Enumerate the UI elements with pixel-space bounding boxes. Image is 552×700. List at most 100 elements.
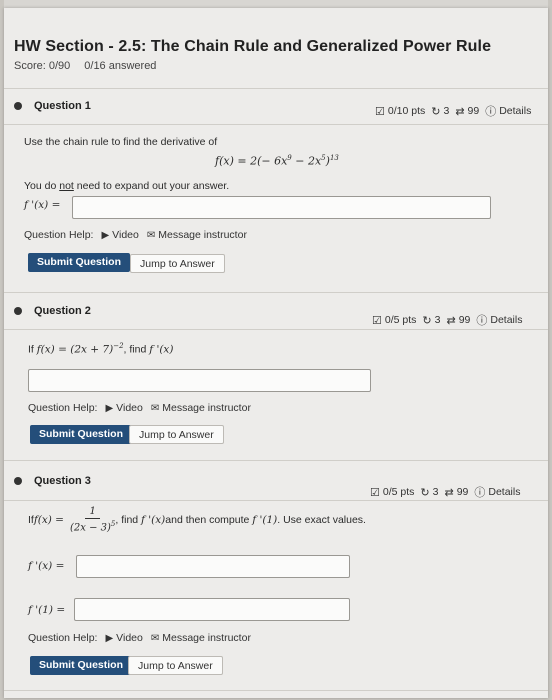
details-link[interactable]: Details [490, 314, 522, 326]
question-2-end-divider [4, 460, 548, 461]
video-link[interactable]: ▶ Video [105, 402, 142, 414]
note-text: You do [24, 180, 60, 192]
details-link[interactable]: Details [488, 486, 520, 498]
submit-question-button[interactable]: Submit Question [30, 425, 132, 444]
tries-text: 99 [458, 314, 471, 326]
video-label: Video [112, 229, 139, 241]
message-instructor-link[interactable]: ✉ Message instructor [147, 229, 247, 241]
prompt-text: , find [115, 513, 139, 526]
question-3-help: Question Help: ▶ Video ✉ Message instructo… [28, 632, 259, 644]
mail-icon: ✉ [150, 632, 160, 644]
question-3-prompt: If f(x) = 1 (2x − 3)5 , find f '(x) and … [28, 506, 366, 533]
question-3-header: Question 3 [14, 475, 91, 487]
question-1-answer-input[interactable] [72, 196, 491, 219]
prompt-text: . Use exact values. [277, 513, 366, 526]
question-1-label: Question 1 [34, 100, 91, 112]
prompt-fraction: 1 (2x − 3)5 [70, 506, 115, 533]
question-3-meta: ☑ 0/5 pts ↻ 3 ⇄ 99 ⓘ Details [370, 484, 520, 500]
info-icon[interactable]: ⓘ [485, 103, 496, 119]
page-title: HW Section - 2.5: The Chain Rule and Gen… [14, 38, 492, 55]
submit-question-button[interactable]: Submit Question [28, 253, 130, 272]
note-emphasis: not [59, 180, 74, 192]
prompt-text: If [28, 343, 37, 356]
cycle-icon: ⇄ [455, 105, 465, 118]
submit-question-button[interactable]: Submit Question [30, 656, 132, 675]
prompt-text: and then compute [165, 513, 250, 526]
score-check-icon: ☑ [372, 314, 382, 327]
question-2-divider [4, 329, 548, 330]
question-bullet-icon [14, 102, 22, 110]
retry-icon: ↻ [420, 486, 430, 499]
prompt-exponent: −2 [113, 342, 124, 350]
mail-icon: ✉ [150, 402, 160, 414]
header-divider [4, 88, 548, 89]
video-link[interactable]: ▶ Video [101, 229, 138, 241]
question-3-label: Question 3 [34, 475, 91, 487]
question-1-note: You do not need to expand out your answe… [24, 180, 229, 192]
question-2-prompt: If f(x) = (2x + 7)−2, find f '(x) [28, 342, 173, 356]
formula-part: f(x) = 2(− 6x [215, 154, 288, 168]
attempts-text: 3 [434, 314, 441, 326]
video-icon: ▶ [101, 229, 110, 241]
video-label: Video [116, 402, 143, 414]
question-bullet-icon [14, 477, 22, 485]
video-link[interactable]: ▶ Video [105, 632, 142, 644]
points-text: 0/5 pts [382, 486, 415, 498]
prompt-math: f(x) = [33, 513, 64, 526]
message-label: Message instructor [162, 402, 251, 414]
prompt-math: f(x) = (2x + 7) [36, 343, 114, 356]
message-label: Message instructor [162, 632, 251, 644]
question-1-header: Question 1 [14, 100, 91, 112]
question-3-value-input[interactable] [74, 598, 350, 621]
denominator-text: (2x − 3) [69, 522, 111, 534]
question-2-header: Question 2 [14, 305, 91, 317]
message-instructor-link[interactable]: ✉ Message instructor [151, 402, 251, 414]
mail-icon: ✉ [146, 229, 156, 241]
points-text: 0/10 pts [387, 105, 426, 117]
attempts-text: 3 [432, 486, 439, 498]
question-3-divider [4, 500, 548, 501]
cycle-icon: ⇄ [446, 314, 456, 327]
question-3-answer-label-2: f '(1) = [28, 604, 66, 616]
note-text: need to expand out your answer. [73, 180, 230, 192]
jump-to-answer-button[interactable]: Jump to Answer [129, 425, 224, 444]
video-label: Video [116, 632, 143, 644]
video-icon: ▶ [105, 632, 114, 644]
question-1-meta: ☑ 0/10 pts ↻ 3 ⇄ 99 ⓘ Details [375, 103, 531, 119]
question-1-answer-label: f '(x) = [24, 199, 61, 211]
question-bullet-icon [14, 307, 22, 315]
score-check-icon: ☑ [375, 105, 385, 118]
retry-icon: ↻ [431, 105, 441, 118]
tries-text: 99 [456, 486, 469, 498]
formula-part: − 2x [291, 154, 322, 168]
fraction-denominator: (2x − 3)5 [70, 519, 115, 533]
retry-icon: ↻ [422, 314, 432, 327]
answered-text: 0/16 answered [84, 60, 157, 72]
info-icon[interactable]: ⓘ [474, 484, 485, 500]
message-instructor-link[interactable]: ✉ Message instructor [151, 632, 251, 644]
jump-to-answer-button[interactable]: Jump to Answer [128, 656, 223, 675]
question-3-end-divider [4, 690, 548, 691]
score-line: Score: 0/90 0/16 answered [14, 60, 491, 72]
prompt-math: f '(1) [252, 513, 278, 526]
details-link[interactable]: Details [499, 105, 531, 117]
tries-text: 99 [467, 105, 480, 117]
assignment-header: HW Section - 2.5: The Chain Rule and Gen… [14, 38, 491, 72]
question-3-derivative-input[interactable] [76, 555, 350, 578]
info-icon[interactable]: ⓘ [476, 312, 487, 328]
question-1-formula: f(x) = 2(− 6x9 − 2x5)13 [215, 154, 339, 168]
prompt-text: , find [123, 343, 150, 356]
help-label: Question Help: [28, 632, 98, 644]
help-label: Question Help: [24, 229, 94, 241]
attempts-text: 3 [443, 105, 450, 117]
question-1-divider [4, 124, 548, 125]
formula-exponent: 13 [329, 154, 339, 162]
question-2-help: Question Help: ▶ Video ✉ Message instructo… [28, 402, 259, 414]
jump-to-answer-button[interactable]: Jump to Answer [130, 254, 225, 273]
score-text: Score: 0/90 [14, 60, 71, 72]
points-text: 0/5 pts [384, 314, 417, 326]
question-3-answer-label-1: f '(x) = [28, 560, 65, 572]
question-2-label: Question 2 [34, 305, 91, 317]
question-2-answer-input[interactable] [28, 369, 371, 392]
question-1-end-divider [4, 292, 548, 293]
